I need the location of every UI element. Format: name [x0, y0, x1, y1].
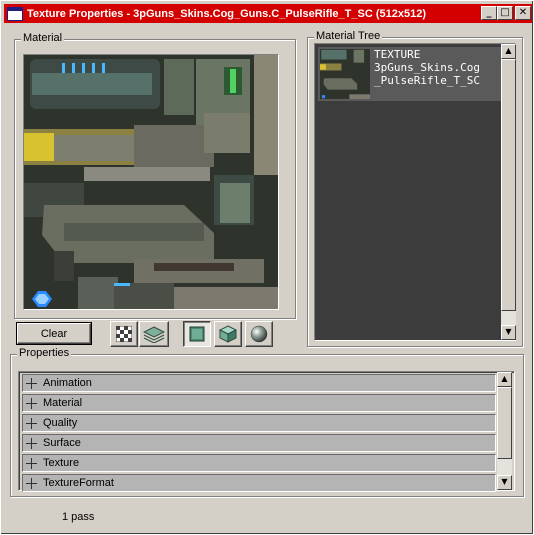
material-texture-preview[interactable] — [23, 54, 279, 310]
property-group-label: Texture — [43, 457, 80, 469]
properties-list[interactable]: Animation Material Quality Surface Textu… — [18, 371, 515, 492]
material-tree-group-label: Material Tree — [314, 30, 383, 42]
checker-background-button[interactable] — [110, 321, 138, 347]
texture-properties-window: Texture Properties - 3pGuns_Skins.Cog_Gu… — [0, 0, 534, 535]
cube-view-button[interactable] — [214, 321, 242, 347]
property-group-row[interactable]: Surface — [22, 434, 496, 452]
checker-background-icon — [116, 326, 132, 342]
texture-thumbnail-image — [320, 49, 370, 99]
property-group-label: Animation — [43, 377, 92, 389]
expand-plus-icon[interactable] — [26, 377, 37, 389]
expand-plus-icon[interactable] — [26, 397, 37, 409]
tree-item-type: TEXTURE — [374, 48, 421, 61]
tree-item-name: _PulseRifle_T_SC — [374, 74, 480, 87]
property-group-label: TextureFormat — [43, 477, 114, 489]
scroll-down-button[interactable]: ▼ — [501, 325, 516, 340]
tree-item-texture[interactable]: TEXTURE 3pGuns_Skins.Cog _PulseRifle_T_S… — [318, 47, 502, 101]
tree-item-thumbnail — [320, 49, 370, 99]
expand-plus-icon[interactable] — [26, 477, 37, 489]
material-group-label: Material — [21, 32, 65, 44]
property-group-label: Surface — [43, 437, 81, 449]
tree-item-package: 3pGuns_Skins.Cog — [374, 61, 480, 74]
close-icon: ✕ — [518, 7, 528, 18]
property-group-row[interactable]: Material — [22, 394, 496, 412]
scroll-up-button[interactable]: ▲ — [501, 44, 516, 59]
minimize-icon: _ — [486, 7, 492, 18]
layers-icon — [143, 326, 165, 343]
window-app-icon — [7, 6, 23, 21]
property-group-row[interactable]: Quality — [22, 414, 496, 432]
property-group-row[interactable]: Texture — [22, 454, 496, 472]
sphere-icon — [250, 325, 268, 343]
expand-plus-icon[interactable] — [26, 457, 37, 469]
maximize-button[interactable]: □ — [497, 6, 513, 20]
close-button[interactable]: ✕ — [515, 6, 531, 20]
flat-plane-view-button[interactable] — [183, 321, 211, 347]
cube-icon — [219, 325, 237, 343]
maximize-icon: □ — [500, 7, 510, 18]
scroll-down-arrow-icon: ▼ — [501, 477, 508, 486]
property-group-row[interactable]: Animation — [22, 374, 496, 392]
clear-button[interactable]: Clear — [16, 322, 92, 345]
tree-item-label: TEXTURE 3pGuns_Skins.Cog _PulseRifle_T_S… — [372, 47, 480, 101]
window-title: Texture Properties - 3pGuns_Skins.Cog_Gu… — [27, 7, 426, 20]
scroll-down-button[interactable]: ▼ — [497, 475, 512, 490]
title-bar[interactable]: Texture Properties - 3pGuns_Skins.Cog_Gu… — [4, 4, 532, 23]
material-tree-panel[interactable]: TEXTURE 3pGuns_Skins.Cog _PulseRifle_T_S… — [314, 43, 516, 341]
scroll-up-arrow-icon: ▲ — [501, 374, 508, 383]
property-group-label: Material — [43, 397, 83, 409]
property-group-label: Quality — [43, 417, 78, 429]
scroll-thumb[interactable] — [497, 387, 512, 459]
flat-plane-icon — [189, 326, 205, 342]
scroll-up-button[interactable]: ▲ — [497, 372, 512, 387]
properties-scrollbar[interactable]: ▲ ▼ — [497, 372, 512, 490]
property-group-row[interactable]: TextureFormat — [22, 474, 496, 492]
sphere-view-button[interactable] — [245, 321, 273, 347]
material-tree-scrollbar[interactable]: ▲ ▼ — [501, 44, 516, 340]
minimize-button[interactable]: _ — [481, 6, 497, 20]
scroll-down-arrow-icon: ▼ — [505, 327, 512, 336]
scroll-up-arrow-icon: ▲ — [505, 46, 512, 55]
scroll-thumb[interactable] — [501, 59, 516, 311]
expand-plus-icon[interactable] — [26, 437, 37, 449]
clear-button-label: Clear — [40, 327, 68, 340]
status-pass-count: 1 pass — [62, 511, 95, 523]
texture-image — [24, 55, 278, 309]
expand-plus-icon[interactable] — [26, 417, 37, 429]
properties-group-label: Properties — [17, 347, 72, 359]
layers-button[interactable] — [139, 321, 169, 347]
